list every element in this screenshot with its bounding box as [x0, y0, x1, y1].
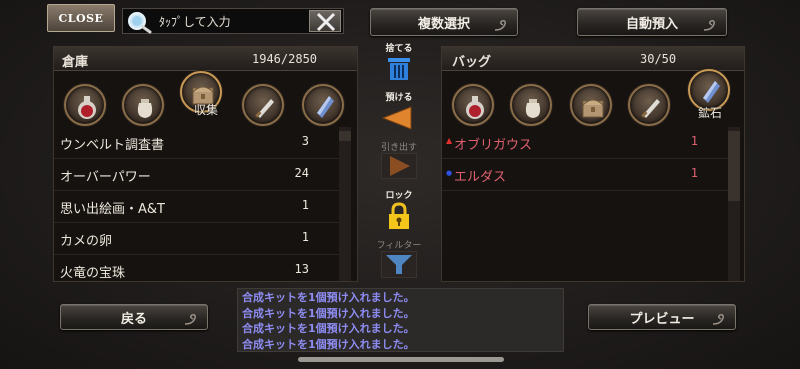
- list-item[interactable]: ● エルダス 1: [442, 159, 728, 191]
- back-label: 戻る: [120, 311, 147, 327]
- storage-scrollbar-thumb[interactable]: [339, 131, 351, 141]
- back-button[interactable]: 戻る: [60, 304, 208, 330]
- category-potion-tab[interactable]: [64, 84, 106, 126]
- multi-select-button[interactable]: 複数選択: [370, 8, 518, 36]
- log-line: 合成キットを1個預け入れました。: [242, 306, 415, 320]
- close-button[interactable]: CLOSE: [47, 4, 115, 32]
- withdraw-label: 引き出す: [380, 143, 417, 153]
- storage-panel: 倉庫 1946/2850 収集 ウンベルト調査書 3 オーバーパワー 24 思い…: [53, 46, 358, 282]
- bag-header: バッグ 30/50: [442, 47, 744, 71]
- item-name: エルダス: [454, 170, 507, 185]
- potion-icon: [466, 96, 484, 119]
- item-name: オーバーパワー: [60, 170, 151, 185]
- rarity-marker: ▲: [446, 136, 453, 145]
- category-collection-tab[interactable]: [570, 84, 612, 126]
- sword-icon: [255, 99, 274, 118]
- potion-icon: [78, 96, 96, 119]
- lock-icon: [389, 202, 409, 229]
- auto-deposit-label: 自動預入: [625, 16, 678, 32]
- search-icon: [128, 12, 152, 34]
- item-count: 3: [301, 134, 309, 148]
- filter-label: フィルター: [376, 241, 422, 251]
- crystal-icon: [317, 96, 334, 118]
- arrow-right-icon: [390, 156, 410, 176]
- list-item[interactable]: 思い出絵画・A&T 1: [54, 191, 339, 223]
- arrow-left-icon: [381, 106, 412, 130]
- category-ore-tab[interactable]: [302, 84, 344, 126]
- sword-icon: [641, 99, 660, 118]
- category-weapon-tab[interactable]: [242, 84, 284, 126]
- discard-button[interactable]: [386, 56, 412, 82]
- storage-title: 倉庫: [62, 55, 89, 70]
- close-icon: [316, 12, 336, 32]
- selected-category-label: 鉱石: [698, 106, 723, 120]
- item-count: 1: [301, 230, 309, 244]
- auto-deposit-button[interactable]: 自動預入: [577, 8, 727, 36]
- ornament-icon: [703, 20, 715, 31]
- item-name: オブリガウス: [454, 138, 533, 153]
- deposit-button[interactable]: [381, 105, 417, 131]
- home-indicator[interactable]: [298, 357, 504, 362]
- search-field[interactable]: ﾀｯﾌﾟして入力: [122, 8, 344, 34]
- filter-button[interactable]: [381, 251, 417, 278]
- item-name: 火竜の宝珠: [60, 266, 126, 281]
- item-name: 思い出絵画・A&T: [60, 202, 165, 217]
- category-bag-tab[interactable]: [122, 84, 164, 126]
- category-potion-tab[interactable]: [452, 84, 494, 126]
- ornament-icon: [184, 314, 196, 325]
- chest-icon: [582, 99, 604, 118]
- list-item[interactable]: ウンベルト調査書 3: [54, 127, 339, 159]
- bag-title: バッグ: [452, 55, 492, 70]
- item-count: 24: [294, 166, 309, 180]
- pouch-icon: [137, 99, 153, 118]
- lock-button[interactable]: [386, 202, 412, 230]
- bag-scrollbar[interactable]: [728, 127, 740, 281]
- trash-icon: [388, 58, 410, 80]
- bag-panel: バッグ 30/50 鉱石 ▲ オブリガウス 1 ● エルダス 1: [441, 46, 745, 282]
- deposit-label: 預ける: [385, 93, 413, 103]
- log-line: 合成キットを1個預け入れました。: [242, 322, 415, 335]
- list-item[interactable]: オーバーパワー 24: [54, 159, 339, 191]
- log-line: 合成キットを1個預け入れました。: [242, 337, 415, 351]
- category-weapon-tab[interactable]: [628, 84, 670, 126]
- crystal-icon: [703, 81, 720, 103]
- clear-search-button[interactable]: [309, 10, 341, 32]
- selected-category-label: 収集: [194, 103, 219, 117]
- list-item[interactable]: カメの卵 1: [54, 223, 339, 255]
- item-name: カメの卵: [60, 234, 113, 249]
- preview-button[interactable]: プレビュー: [588, 304, 736, 330]
- item-count: 1: [301, 198, 309, 212]
- bag-capacity: 30/50: [640, 52, 677, 66]
- pouch-icon: [525, 99, 541, 118]
- filter-icon: [386, 255, 412, 274]
- list-item[interactable]: 火竜の宝珠 13: [54, 255, 339, 286]
- storage-item-list[interactable]: ウンベルト調査書 3 オーバーパワー 24 思い出絵画・A&T 1 カメの卵 1…: [54, 127, 339, 286]
- list-item[interactable]: ▲ オブリガウス 1: [442, 127, 728, 159]
- bag-item-list[interactable]: ▲ オブリガウス 1 ● エルダス 1: [442, 127, 728, 191]
- item-count: 1: [690, 166, 698, 180]
- lock-label: ロック: [385, 191, 413, 201]
- message-log: 合成キットを1個預け入れました。 合成キットを1個預け入れました。 合成キットを…: [237, 288, 564, 352]
- rarity-marker: ●: [446, 169, 453, 177]
- bag-scrollbar-thumb[interactable]: [728, 131, 740, 201]
- storage-capacity: 1946/2850: [252, 52, 318, 66]
- ornament-icon: [494, 20, 506, 31]
- log-line: 合成キットを1個預け入れました。: [242, 291, 415, 304]
- storage-header: 倉庫 1946/2850: [54, 47, 357, 71]
- discard-label: 捨てる: [385, 44, 413, 54]
- item-count: 1: [690, 134, 698, 148]
- category-bag-tab[interactable]: [510, 84, 552, 126]
- item-name: ウンベルト調査書: [60, 138, 165, 153]
- ornament-icon: [712, 314, 724, 325]
- item-count: 13: [294, 262, 309, 276]
- withdraw-button[interactable]: [381, 153, 417, 179]
- multi-select-label: 複数選択: [417, 16, 470, 32]
- preview-label: プレビュー: [629, 311, 695, 327]
- search-placeholder: ﾀｯﾌﾟして入力: [159, 15, 231, 29]
- storage-scrollbar[interactable]: [339, 127, 351, 281]
